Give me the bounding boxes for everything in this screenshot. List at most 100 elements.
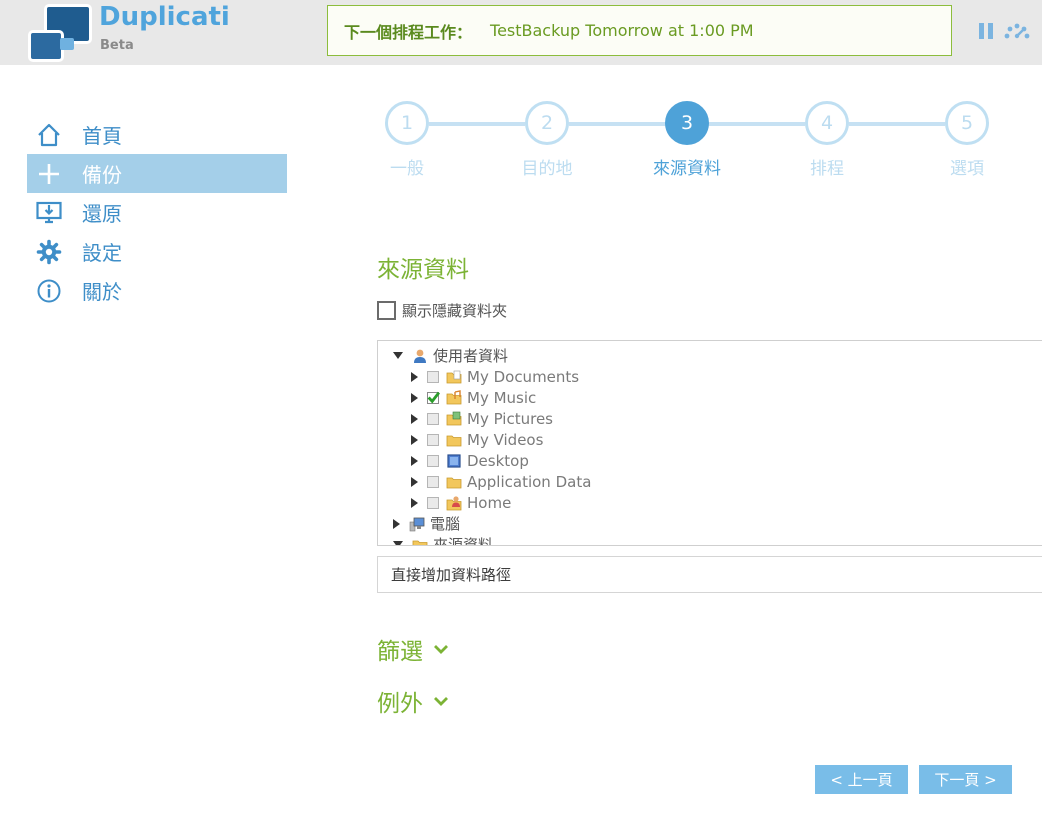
tree-node-label: My Videos (467, 430, 544, 449)
tree-checkbox[interactable] (427, 475, 439, 488)
tree-node-label: My Documents (467, 367, 580, 386)
throttle-icon[interactable] (1003, 22, 1031, 40)
sidebar-item-label: 首頁 (82, 124, 122, 148)
sidebar-item-backup[interactable]: 備份 (27, 154, 287, 193)
filters-toggle[interactable]: 篩選 (377, 632, 449, 666)
tree-node-label: Application Data (467, 472, 592, 491)
step-connector (709, 122, 805, 126)
step-connector (849, 122, 945, 126)
next-button[interactable]: 下一頁 > (919, 765, 1012, 794)
filters-label: 篩選 (377, 639, 423, 665)
step-number: 5 (945, 101, 989, 145)
tree-node[interactable]: Home (411, 492, 511, 513)
exceptions-toggle[interactable]: 例外 (377, 684, 449, 718)
schedule-value[interactable]: TestBackup Tomorrow at 1:00 PM (490, 21, 754, 40)
step-connector (429, 122, 525, 126)
tree-checkbox[interactable] (427, 433, 439, 446)
plus-icon (39, 163, 59, 184)
step-number: 1 (385, 101, 429, 145)
show-hidden-label[interactable]: 顯示隱藏資料夾 (402, 300, 507, 321)
tree-checkbox[interactable] (427, 370, 439, 383)
tree-checkbox[interactable] (427, 496, 439, 509)
previous-button[interactable]: < 上一頁 (815, 765, 908, 794)
show-hidden-checkbox[interactable] (377, 301, 396, 320)
folder-icon (412, 540, 428, 545)
step-label: 一般 (390, 159, 424, 179)
step-number: 4 (805, 101, 849, 145)
step-number: 2 (525, 101, 569, 145)
step-label: 選項 (950, 159, 984, 179)
sidebar-item-label: 關於 (82, 280, 122, 304)
tree-node-label: 使用者資料 (433, 347, 509, 365)
step-label: 排程 (810, 159, 844, 179)
tree-node[interactable]: My Music (411, 387, 536, 408)
expand-arrow-icon[interactable] (411, 413, 418, 424)
app-edition: Beta (100, 38, 134, 53)
step-label: 目的地 (521, 159, 573, 179)
show-hidden-folders-toggle[interactable]: 顯示隱藏資料夾 (377, 300, 507, 321)
sidebar-item-label: 設定 (82, 241, 122, 265)
tree-node[interactable]: My Pictures (411, 408, 553, 429)
tree-node-label: 電腦 (430, 515, 461, 533)
step-source-data[interactable]: 3 來源資料 (653, 101, 721, 179)
tree-node[interactable]: 使用者資料 (393, 345, 508, 366)
pause-icon[interactable] (979, 23, 995, 41)
tree-node[interactable]: 電腦 (393, 513, 460, 534)
chevron-down-icon (434, 697, 448, 706)
info-icon (37, 279, 61, 302)
step-schedule[interactable]: 4 排程 (805, 101, 849, 179)
sidebar-item-label: 備份 (82, 163, 122, 187)
expand-arrow-icon[interactable] (411, 371, 418, 382)
step-label: 來源資料 (653, 159, 721, 179)
tree-checkbox[interactable] (427, 454, 439, 467)
schedule-label: 下一個排程工作： (344, 22, 473, 42)
restore-icon (36, 201, 62, 223)
step-connector (569, 122, 665, 126)
tree-node-label: 來源資料 (433, 536, 494, 546)
tree-node[interactable]: My Documents (411, 366, 579, 387)
add-path-input[interactable] (377, 556, 1042, 593)
duplicati-logo[interactable] (26, 2, 92, 62)
folder-icon (446, 477, 462, 488)
home-icon (38, 123, 60, 146)
expand-arrow-icon[interactable] (393, 518, 400, 529)
step-number: 3 (665, 101, 709, 145)
step-general[interactable]: 1 一般 (385, 101, 429, 179)
source-folder-tree[interactable]: 使用者資料 My Documents My Music My Pictures … (377, 340, 1042, 546)
sidebar-nav: 首頁 備份 還原 設定 關於 (27, 115, 287, 310)
chevron-down-icon (434, 645, 448, 654)
music-folder-icon (446, 389, 462, 404)
collapse-arrow-icon[interactable] (393, 352, 403, 359)
expand-arrow-icon[interactable] (411, 476, 418, 487)
next-scheduled-task: 下一個排程工作： TestBackup Tomorrow at 1:00 PM (327, 5, 952, 56)
tree-node-label: My Music (467, 388, 537, 407)
step-options[interactable]: 5 選項 (945, 101, 989, 179)
tree-node[interactable]: 來源資料 (393, 534, 494, 546)
expand-arrow-icon[interactable] (411, 497, 418, 508)
tree-node[interactable]: Application Data (411, 471, 591, 492)
tree-node-label: Desktop (467, 451, 529, 470)
desktop-icon (447, 453, 461, 468)
step-destination[interactable]: 2 目的地 (522, 101, 573, 179)
top-header: Duplicati Beta 下一個排程工作： TestBackup Tomor… (0, 0, 1042, 65)
expand-arrow-icon[interactable] (411, 392, 418, 403)
pictures-folder-icon (446, 411, 462, 425)
checkmark-icon (427, 391, 440, 403)
sidebar-item-restore[interactable]: 還原 (27, 193, 287, 232)
section-title: 來源資料 (377, 257, 469, 283)
collapse-arrow-icon[interactable] (393, 541, 403, 545)
sidebar-item-about[interactable]: 關於 (27, 271, 287, 310)
expand-arrow-icon[interactable] (411, 455, 418, 466)
tree-checkbox[interactable] (427, 412, 439, 425)
computer-icon (409, 517, 425, 531)
sidebar-item-settings[interactable]: 設定 (27, 232, 287, 271)
expand-arrow-icon[interactable] (411, 434, 418, 445)
tree-node[interactable]: Desktop (411, 450, 529, 471)
gear-icon (36, 239, 62, 264)
app-name: Duplicati (99, 2, 230, 32)
exceptions-label: 例外 (377, 691, 423, 717)
sidebar-item-label: 還原 (82, 202, 122, 226)
tree-checkbox-checked[interactable] (427, 391, 440, 404)
tree-node[interactable]: My Videos (411, 429, 543, 450)
sidebar-item-home[interactable]: 首頁 (27, 115, 287, 154)
